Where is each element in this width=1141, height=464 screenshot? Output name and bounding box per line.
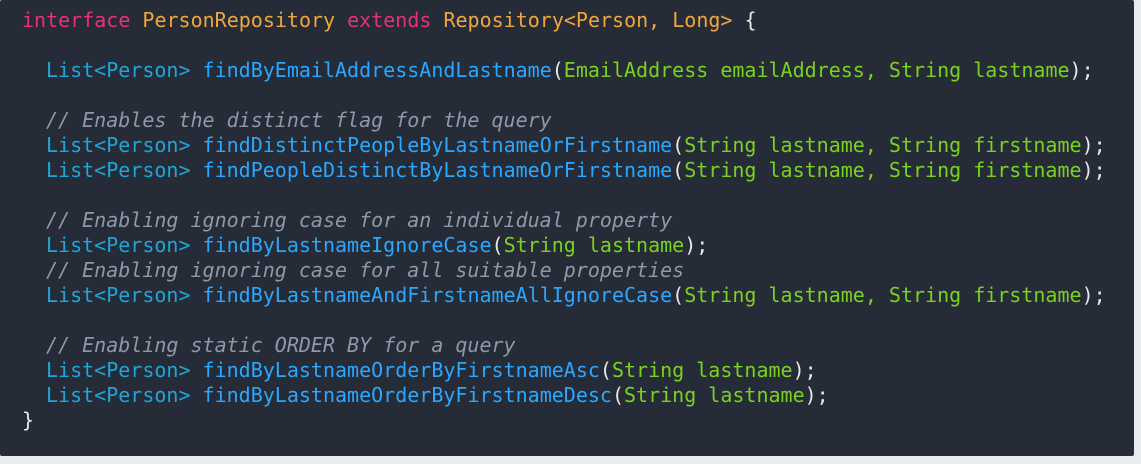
method-line: List<Person> findByLastnameOrderByFirstn… (46, 358, 817, 382)
code-comment: // Enables the distinct flag for the que… (46, 108, 552, 132)
method-line: List<Person> findByLastnameOrderByFirstn… (46, 383, 829, 407)
method-name: findPeopleDistinctByLastnameOrFirstname (202, 158, 673, 182)
return-type: List<Person> (46, 233, 191, 257)
method-line: List<Person> findByEmailAddressAndLastna… (46, 58, 1094, 82)
comment-line: // Enabling ignoring case for all suitab… (0, 258, 1134, 283)
method-name: findByLastnameAndFirstnameAllIgnoreCase (202, 283, 673, 307)
return-type: List<Person> (46, 58, 191, 82)
interface-name: PersonRepository (142, 8, 336, 32)
method-line: List<Person> findPeopleDistinctByLastnam… (46, 158, 1106, 182)
return-type: List<Person> (46, 383, 191, 407)
method-name: findByLastnameIgnoreCase (202, 233, 492, 257)
method-name: findByLastnameOrderByFirstnameDesc (202, 383, 612, 407)
keyword-extends: extends (347, 8, 432, 32)
method-line: List<Person> findByLastnameIgnoreCase(St… (46, 233, 709, 257)
method-params: String lastname, String firstname (684, 158, 1082, 182)
code-comment: // Enabling ignoring case for an individ… (46, 208, 673, 232)
method-line: List<Person> findDistinctPeopleByLastnam… (46, 133, 1106, 157)
method-name: findByEmailAddressAndLastname (202, 58, 552, 82)
close-brace: } (22, 408, 35, 432)
comment-line: // Enabling ignoring case for an individ… (0, 208, 1134, 233)
code-comment: // Enabling static ORDER BY for a query (46, 333, 516, 357)
return-type: List<Person> (46, 158, 191, 182)
method-name: findDistinctPeopleByLastnameOrFirstname (202, 133, 673, 157)
code-editor: interface PersonRepository extends Repos… (0, 0, 1134, 456)
comment-line: // Enables the distinct flag for the que… (0, 108, 1134, 133)
return-type: List<Person> (46, 283, 191, 307)
return-type: List<Person> (46, 358, 191, 382)
method-name: findByLastnameOrderByFirstnameAsc (202, 358, 600, 382)
code-comment: // Enabling ignoring case for all suitab… (46, 258, 685, 282)
open-brace: { (732, 8, 757, 32)
comment-line: // Enabling static ORDER BY for a query (0, 333, 1134, 358)
interface-declaration-line: interface PersonRepository extends Repos… (0, 8, 1134, 33)
method-params: String lastname, String firstname (684, 283, 1082, 307)
closing-brace-line: } (0, 408, 1134, 433)
keyword-interface: interface (22, 8, 131, 32)
method-params: String lastname (503, 233, 685, 257)
method-params: EmailAddress emailAddress, String lastna… (563, 58, 1070, 82)
return-type: List<Person> (46, 133, 191, 157)
method-params: String lastname (624, 383, 805, 407)
method-params: String lastname, String firstname (684, 133, 1082, 157)
method-params: String lastname (611, 358, 793, 382)
parent-type: Repository<Person, Long> (443, 8, 733, 32)
method-line: List<Person> findByLastnameAndFirstnameA… (46, 283, 1106, 307)
